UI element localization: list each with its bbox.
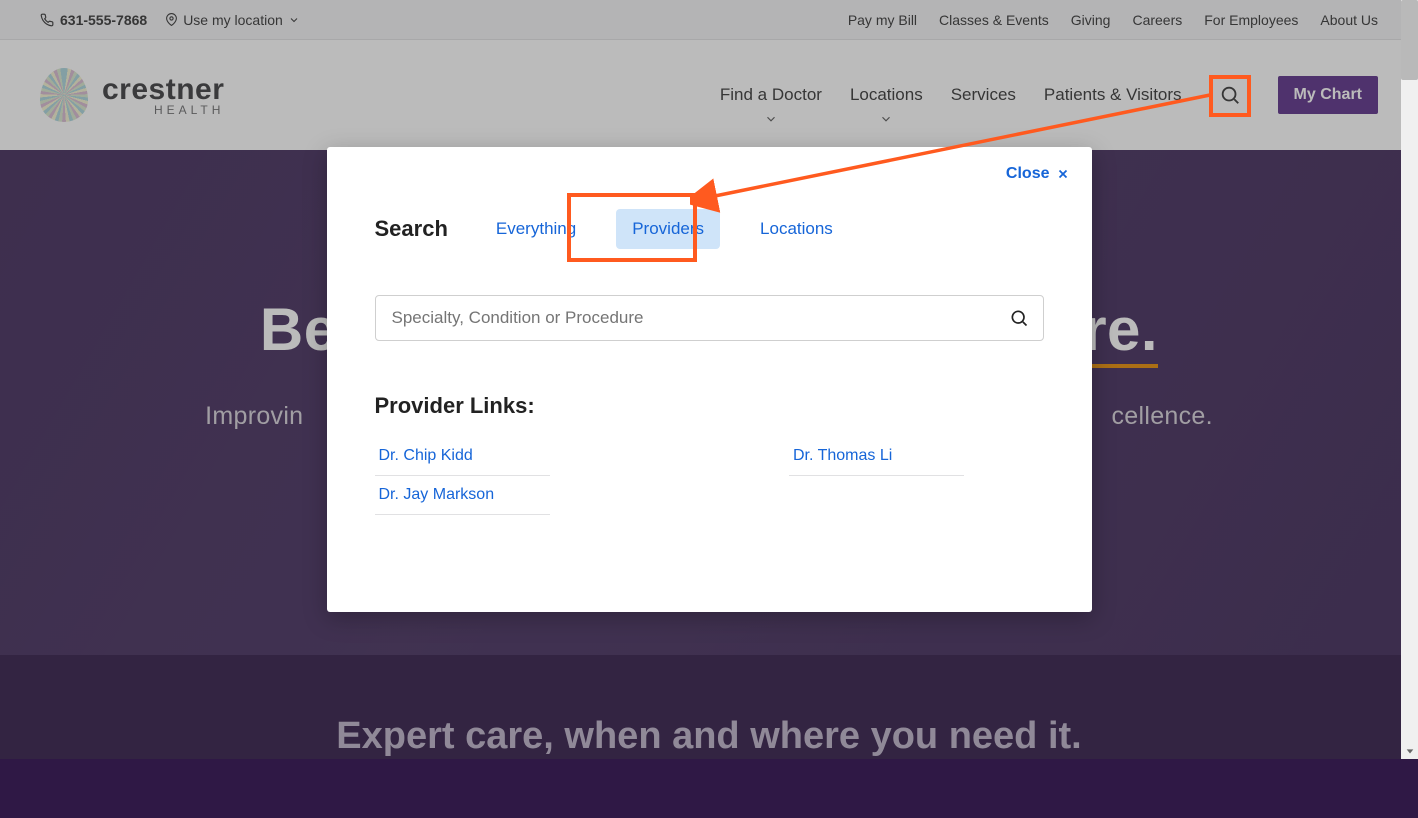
tab-everything[interactable]: Everything [480,209,592,249]
modal-scrim[interactable]: Close Search Everything Providers Locati… [0,0,1418,759]
provider-links-title: Provider Links: [375,393,1044,419]
search-tab-row: Search Everything Providers Locations [375,209,1044,249]
close-icon [1056,167,1070,181]
provider-links: Dr. Chip Kidd Dr. Jay Markson Dr. Thomas… [375,437,1044,515]
vertical-scrollbar[interactable] [1401,0,1418,759]
provider-link[interactable]: Dr. Thomas Li [789,437,964,476]
search-label: Search [375,216,448,242]
close-label: Close [1006,165,1050,183]
search-input[interactable] [390,307,999,329]
provider-link[interactable]: Dr. Jay Markson [375,476,550,515]
scrollbar-down-button[interactable] [1401,742,1418,759]
tab-providers[interactable]: Providers [616,209,720,249]
provider-link[interactable]: Dr. Chip Kidd [375,437,550,476]
search-icon[interactable] [1009,308,1029,328]
scrollbar-thumb[interactable] [1401,0,1418,80]
search-box[interactable] [375,295,1044,341]
close-button[interactable]: Close [1006,165,1070,183]
search-modal: Close Search Everything Providers Locati… [327,147,1092,612]
tab-locations[interactable]: Locations [744,209,849,249]
